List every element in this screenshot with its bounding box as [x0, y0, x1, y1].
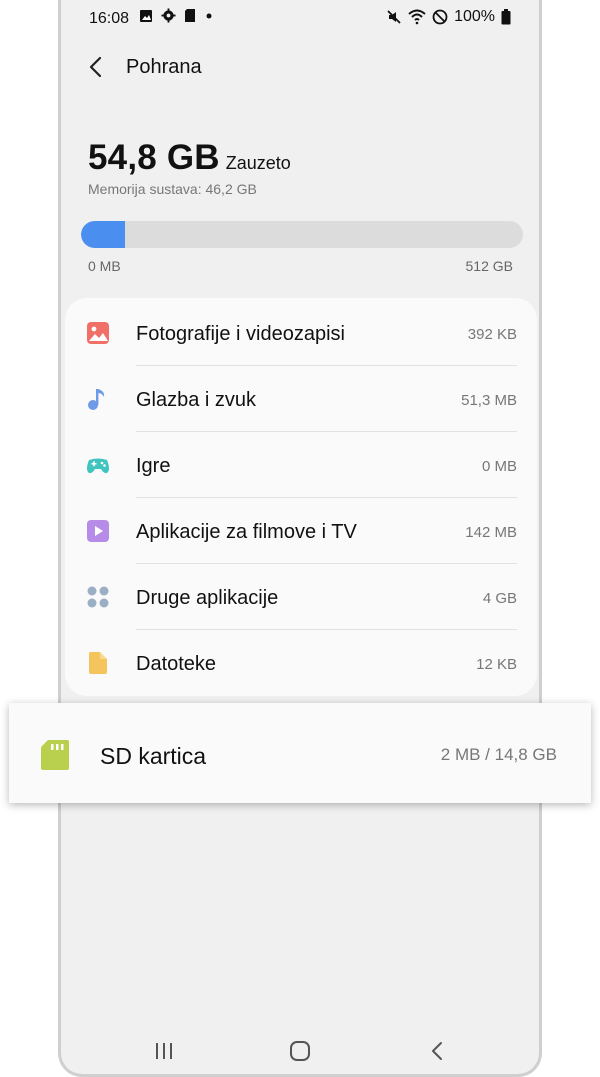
mute-icon	[387, 10, 401, 24]
list-item-size: 0 MB	[481, 458, 517, 475]
storage-bar	[81, 221, 523, 248]
wifi-icon	[408, 9, 426, 25]
list-item-label: Druge aplikacije	[136, 587, 279, 609]
image-icon	[140, 9, 152, 22]
app-header: Pohrana	[61, 44, 539, 88]
list-item-other-apps[interactable]: Druge aplikacije 4 GB	[65, 564, 537, 630]
list-item-label: Glazba i zvuk	[136, 389, 257, 411]
list-item-music[interactable]: Glazba i zvuk 51,3 MB	[65, 366, 537, 432]
list-item-label: Igre	[136, 455, 171, 477]
sd-card-icon	[41, 740, 69, 770]
photo-icon	[87, 322, 109, 344]
apps-grid-icon	[87, 586, 109, 608]
used-label: Zauzeto	[225, 153, 291, 173]
video-play-icon	[87, 520, 109, 542]
list-item-photos[interactable]: Fotografije i videozapisi 392 KB	[65, 300, 537, 366]
sd-card-size: 2 MB / 14,8 GB	[440, 745, 557, 764]
gear-icon	[161, 8, 176, 23]
home-icon[interactable]	[285, 1036, 315, 1066]
battery-icon	[501, 9, 511, 25]
status-bar: 16:08 100%	[61, 6, 539, 32]
system-memory: Memorija sustava: 46,2 GB	[88, 181, 257, 197]
bar-min-label: 0 MB	[88, 258, 121, 274]
dot-icon	[206, 13, 212, 18]
status-time: 16:08	[89, 10, 130, 27]
list-item-size: 392 KB	[467, 326, 517, 343]
list-item-size: 12 KB	[476, 656, 517, 673]
gamepad-icon	[87, 458, 109, 474]
storage-summary: 54,8 GB Zauzeto	[88, 138, 291, 178]
do-not-disturb-icon	[432, 9, 448, 25]
storage-bar-fill	[81, 221, 126, 248]
list-item-video-apps[interactable]: Aplikacije za filmove i TV 142 MB	[65, 498, 537, 564]
file-icon	[89, 652, 107, 674]
list-item-files[interactable]: Datoteke 12 KB	[65, 630, 537, 696]
sd-card-label: SD kartica	[100, 743, 207, 769]
list-item-size: 4 GB	[482, 590, 517, 607]
music-note-icon	[88, 389, 105, 410]
category-list: Fotografije i videozapisi 392 KB Glazba …	[65, 298, 537, 696]
used-amount: 54,8 GB	[88, 138, 220, 177]
sd-card-icon	[185, 9, 195, 22]
list-item-label: Aplikacije za filmove i TV	[136, 521, 357, 543]
bar-max-label: 512 GB	[465, 258, 513, 274]
back-arrow-icon[interactable]	[81, 52, 111, 82]
list-item-size: 51,3 MB	[461, 392, 517, 409]
page-title: Pohrana	[126, 56, 202, 78]
list-item-games[interactable]: Igre 0 MB	[65, 432, 537, 498]
back-nav-icon[interactable]	[423, 1036, 453, 1066]
recents-icon[interactable]	[149, 1036, 179, 1066]
phone-frame: 16:08 100% Pohrana 54,8 GB Zauzeto Memori…	[58, 0, 542, 1077]
list-item-label: Fotografije i videozapisi	[136, 323, 345, 345]
battery-level: 100%	[454, 8, 495, 25]
list-item-label: Datoteke	[136, 653, 217, 675]
navigation-bar	[61, 1030, 539, 1070]
list-item-size: 142 MB	[465, 524, 517, 541]
sd-card-row[interactable]: SD kartica 2 MB / 14,8 GB	[9, 703, 591, 803]
